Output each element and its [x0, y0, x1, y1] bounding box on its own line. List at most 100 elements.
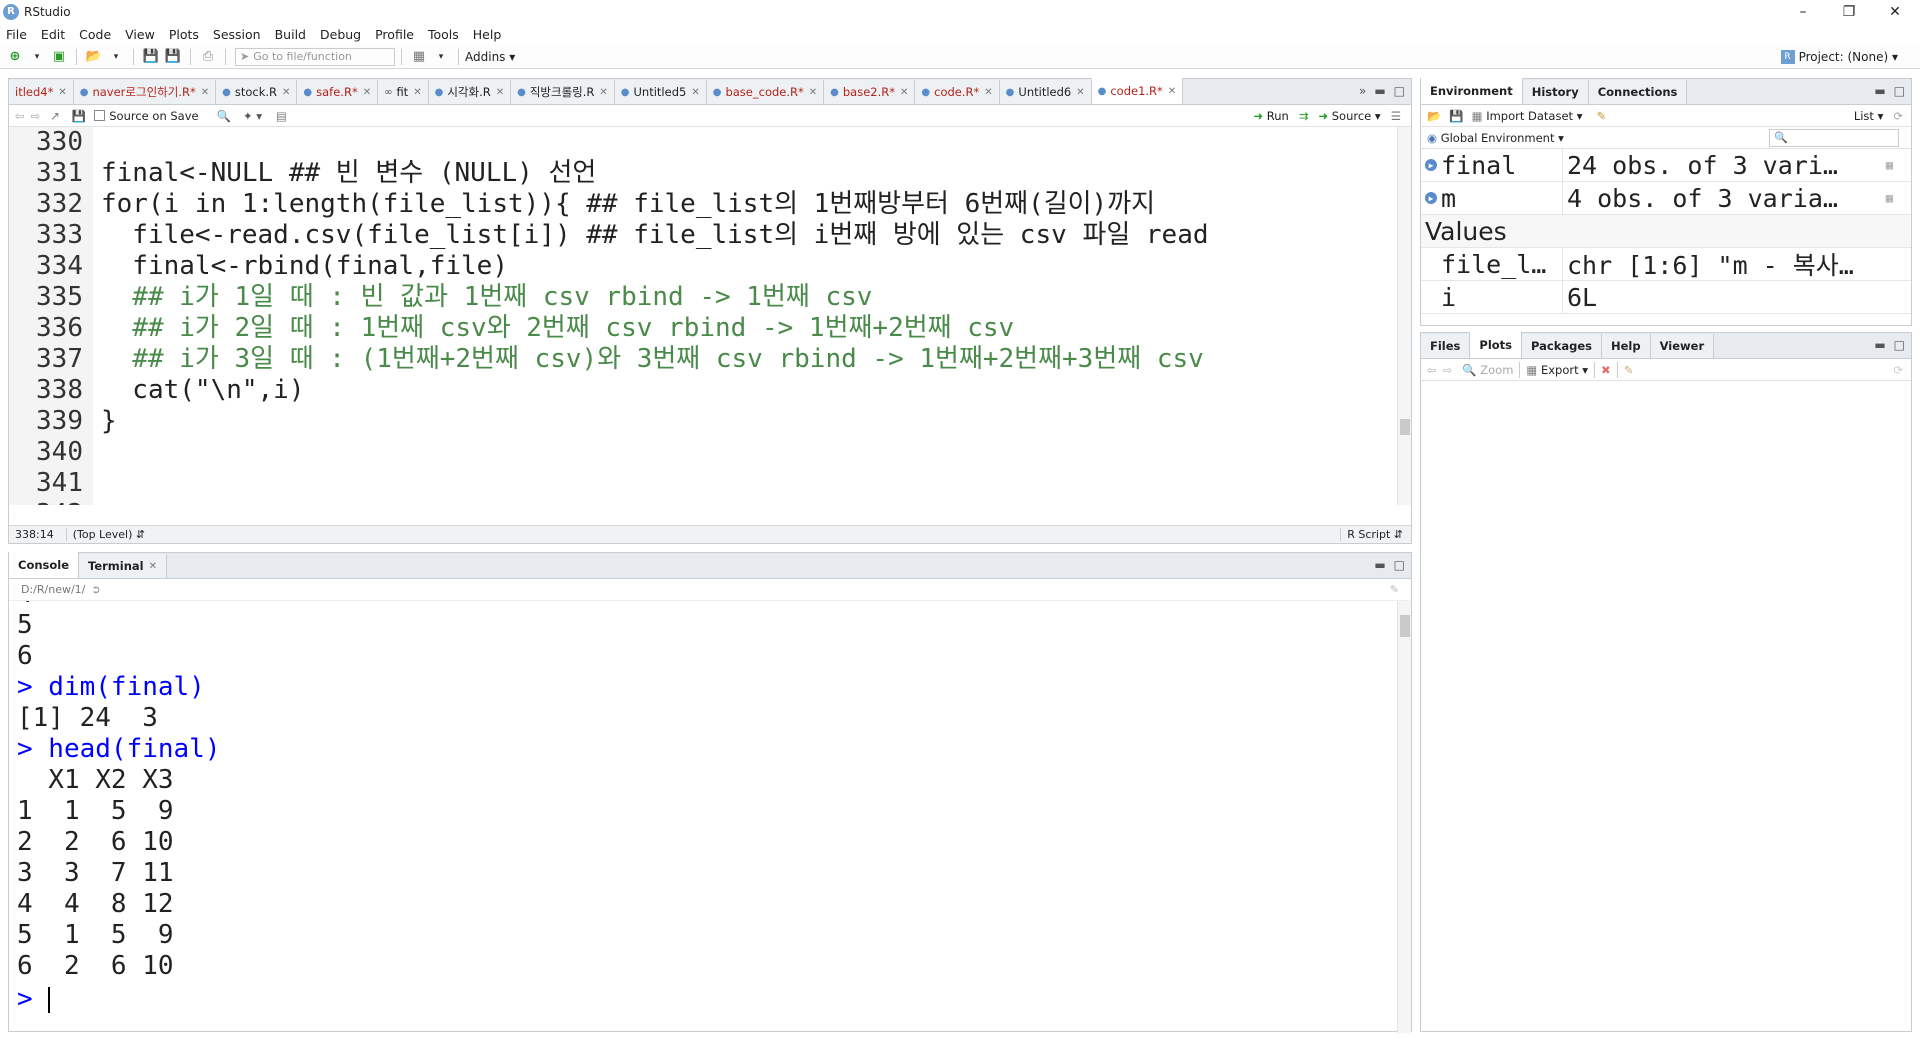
tab-help[interactable]: Help — [1602, 334, 1651, 358]
broom-icon[interactable]: ✎ — [1624, 363, 1634, 377]
env-data-row[interactable]: ▶ m 4 obs. of 3 varia… ▦ — [1421, 182, 1911, 215]
env-value-row[interactable]: i 6L — [1421, 281, 1911, 314]
new-file-icon[interactable]: ⊕ — [6, 48, 24, 66]
close-tab-icon[interactable]: ✕ — [1168, 86, 1176, 97]
env-value-row[interactable]: file_l… chr [1:6] "m - 복사… — [1421, 248, 1911, 281]
editor-tab[interactable]: ● safe.R* ✕ — [297, 80, 379, 104]
editor-tab[interactable]: ● Untitled5 ✕ — [614, 80, 707, 104]
minimize-pane-icon[interactable]: ▬ — [1374, 84, 1385, 98]
editor-tab[interactable]: ● 시각화.R ✕ — [428, 80, 512, 104]
tab-plots[interactable]: Plots — [1470, 332, 1523, 358]
broom-icon[interactable]: ✎ — [1596, 109, 1606, 123]
view-table-icon[interactable]: ▦ — [1886, 191, 1893, 205]
maximize-pane-icon[interactable]: □ — [1894, 84, 1905, 98]
editor-scrollbar[interactable] — [1397, 127, 1411, 505]
tab-environment[interactable]: Environment — [1421, 78, 1523, 104]
import-dataset-button[interactable]: ▦ Import Dataset ▾ — [1472, 109, 1583, 123]
save-icon[interactable]: 💾 — [72, 109, 86, 123]
zoom-button[interactable]: 🔍 Zoom — [1462, 363, 1513, 377]
load-workspace-icon[interactable]: 📂 — [1427, 109, 1441, 123]
close-tab-icon[interactable]: ✕ — [58, 87, 66, 98]
back-arrow-icon[interactable]: ⇦ — [1427, 363, 1437, 377]
tab-connections[interactable]: Connections — [1588, 80, 1688, 104]
new-project-icon[interactable]: ▣ — [50, 48, 68, 66]
env-data-row[interactable]: ▶ final 24 obs. of 3 vari… ▦ — [1421, 149, 1911, 182]
editor-tab[interactable]: ∞ fit ✕ — [378, 80, 429, 104]
expand-icon[interactable]: ▶ — [1425, 159, 1437, 171]
menu-file[interactable]: File — [6, 27, 27, 42]
editor-tab[interactable]: ● 직방크롤링.R ✕ — [511, 80, 615, 104]
minimize-pane-icon[interactable]: ▬ — [1874, 338, 1885, 352]
chevron-down-icon[interactable]: ▾ — [432, 48, 450, 66]
tab-viewer[interactable]: Viewer — [1650, 334, 1715, 358]
close-tab-icon[interactable]: ✕ — [413, 87, 421, 98]
rerun-button[interactable]: ⇉ — [1299, 109, 1309, 123]
editor-tab-active[interactable]: ● code1.R* ✕ — [1091, 78, 1184, 104]
editor-tab[interactable]: ● stock.R ✕ — [216, 80, 298, 104]
compile-report-icon[interactable]: ▤ — [276, 109, 287, 123]
maximize-pane-icon[interactable]: □ — [1894, 338, 1905, 352]
editor-tab[interactable]: ● naver로그인하기.R* ✕ — [73, 80, 217, 104]
close-tab-icon[interactable]: ✕ — [282, 87, 290, 98]
grid-layout-icon[interactable]: ▦ — [410, 48, 428, 66]
magic-wand-icon[interactable]: ✦ ▾ — [243, 109, 262, 123]
maximize-pane-icon[interactable]: □ — [1394, 558, 1405, 572]
menu-help[interactable]: Help — [473, 27, 502, 42]
minimize-button[interactable]: – — [1780, 0, 1826, 23]
close-tab-icon[interactable]: ✕ — [496, 87, 504, 98]
chevron-down-icon[interactable]: ▾ — [28, 48, 46, 66]
maximize-pane-icon[interactable]: □ — [1394, 84, 1405, 98]
run-button[interactable]: ➜ Run — [1253, 109, 1288, 123]
global-environment-selector[interactable]: ◉ Global Environment ▾ — [1427, 131, 1564, 145]
code-editor[interactable]: 330 331 332 333 334 335 336 337 338 339 … — [9, 127, 1411, 505]
back-arrow-icon[interactable]: ⇦ — [15, 109, 25, 123]
tab-terminal[interactable]: Terminal ✕ — [79, 554, 168, 578]
menu-build[interactable]: Build — [275, 27, 306, 42]
menu-session[interactable]: Session — [213, 27, 261, 42]
go-to-directory-icon[interactable]: ➲ — [91, 583, 100, 596]
print-icon[interactable]: ⎙ — [199, 48, 217, 66]
goto-file-input[interactable]: ➤ Go to file/function — [235, 47, 395, 66]
forward-arrow-icon[interactable]: ⇨ — [31, 109, 41, 123]
close-tab-icon[interactable]: ✕ — [984, 87, 992, 98]
editor-tab[interactable]: ● base_code.R* ✕ — [706, 80, 825, 104]
tab-history[interactable]: History — [1522, 80, 1589, 104]
menu-code[interactable]: Code — [79, 27, 111, 42]
editor-tab[interactable]: ● code.R* ✕ — [915, 80, 1000, 104]
remove-plot-icon[interactable]: ✖ — [1601, 363, 1611, 377]
project-menu[interactable]: R Project: (None) ▾ — [1780, 49, 1898, 64]
close-tab-icon[interactable]: ✕ — [1076, 87, 1084, 98]
close-tab-icon[interactable]: ✕ — [201, 87, 209, 98]
save-all-icon[interactable]: 💾 — [164, 48, 182, 66]
menu-profile[interactable]: Profile — [375, 27, 414, 42]
menu-tools[interactable]: Tools — [428, 27, 459, 42]
forward-arrow-icon[interactable]: ⇨ — [1443, 363, 1453, 377]
close-tab-icon[interactable]: ✕ — [599, 87, 607, 98]
editor-tab[interactable]: ● Untitled6 ✕ — [999, 80, 1092, 104]
close-tab-icon[interactable]: ✕ — [691, 87, 699, 98]
save-icon[interactable]: 💾 — [142, 48, 160, 66]
console-scrollbar[interactable] — [1397, 601, 1411, 1033]
menu-plots[interactable]: Plots — [169, 27, 199, 42]
editor-tab[interactable]: ● base2.R* ✕ — [824, 80, 916, 104]
addins-button[interactable]: Addins ▾ — [465, 50, 515, 64]
expand-icon[interactable]: ▶ — [1425, 192, 1437, 204]
save-workspace-icon[interactable]: 💾 — [1449, 109, 1463, 123]
clear-console-icon[interactable]: ✎ — [1390, 583, 1399, 596]
more-tabs-icon[interactable]: » — [1359, 84, 1366, 98]
tab-files[interactable]: Files — [1421, 334, 1471, 358]
scope-selector[interactable]: (Top Level) ⇵ — [65, 528, 145, 541]
open-folder-icon[interactable]: 📂 — [85, 48, 103, 66]
refresh-icon[interactable]: ⟳ — [1893, 363, 1903, 377]
source-on-save-checkbox[interactable] — [94, 110, 106, 121]
chevron-down-icon[interactable]: ▾ — [107, 48, 125, 66]
tab-packages[interactable]: Packages — [1522, 334, 1602, 358]
restore-button[interactable]: ❐ — [1826, 0, 1872, 23]
export-button[interactable]: ▦ Export ▾ — [1526, 363, 1588, 377]
minimize-pane-icon[interactable]: ▬ — [1374, 558, 1385, 572]
filetype-selector[interactable]: R Script ⇵ — [1340, 528, 1403, 541]
editor-tab[interactable]: itled4* ✕ — [9, 80, 74, 104]
source-button[interactable]: ➜ Source ▾ — [1318, 109, 1380, 123]
tab-console[interactable]: Console — [9, 552, 80, 578]
menu-debug[interactable]: Debug — [320, 27, 361, 42]
